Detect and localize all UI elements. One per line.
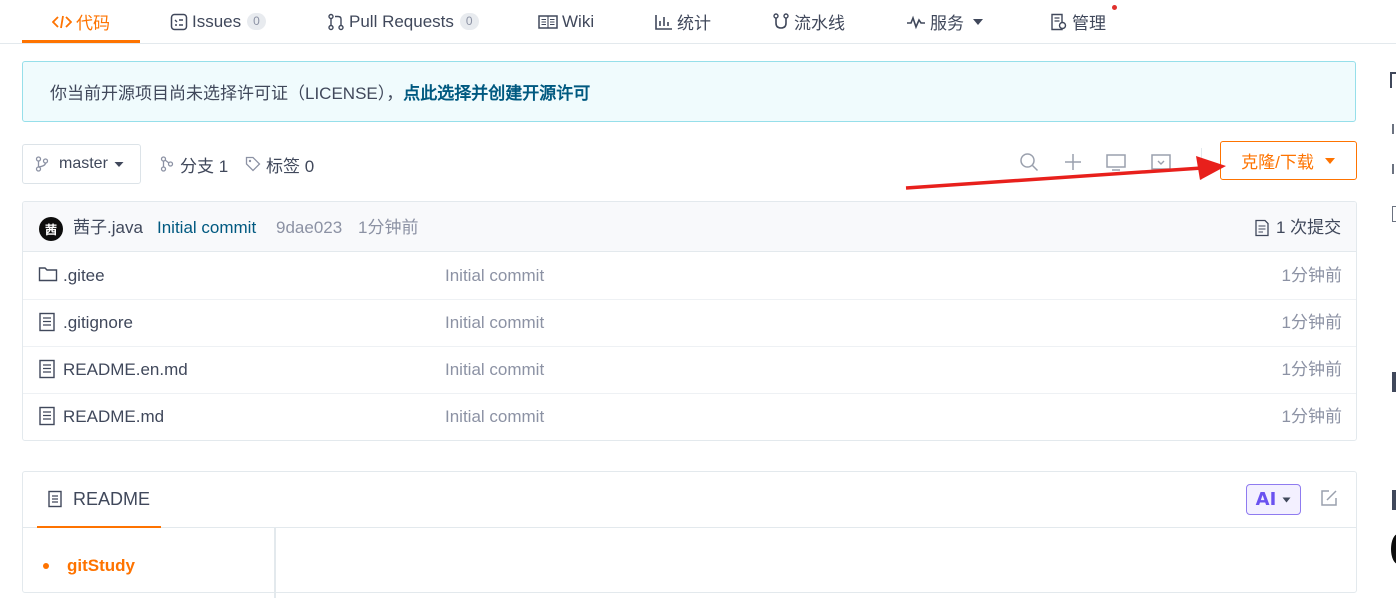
annotation-arrow bbox=[905, 156, 1226, 190]
